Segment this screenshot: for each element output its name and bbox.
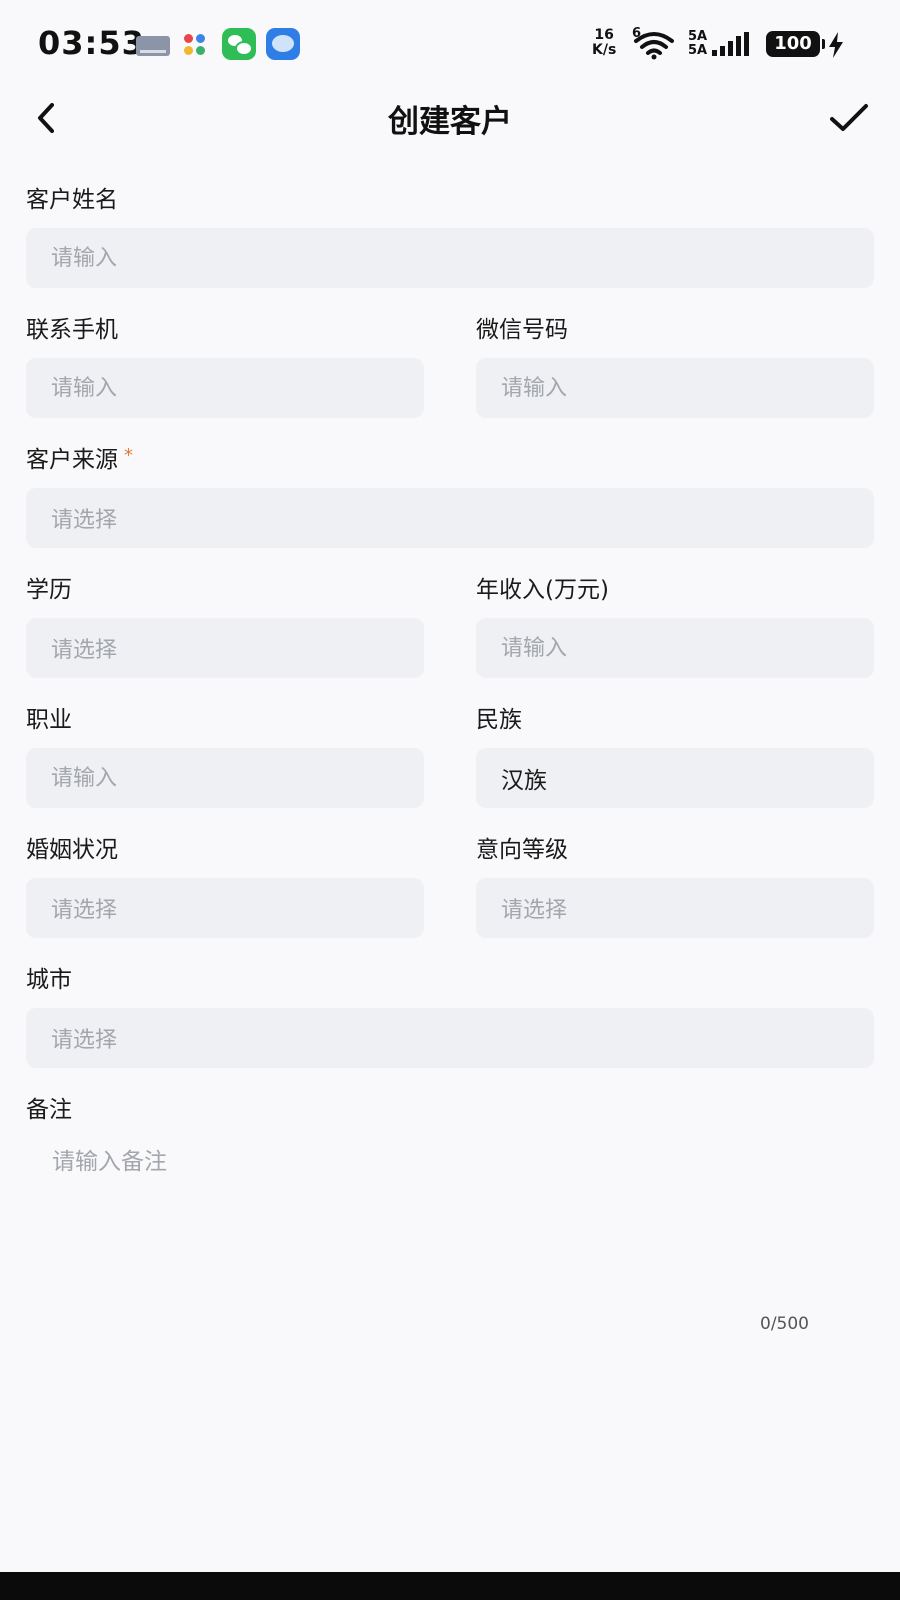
message-app-icon <box>266 28 300 60</box>
education-placeholder: 请选择 <box>51 638 118 663</box>
signal-label-2: 5A <box>688 43 708 58</box>
signal-labels: 5A 5A <box>688 30 707 58</box>
education-label: 学历 <box>26 577 72 603</box>
header-bar: 创建客户 <box>0 90 900 146</box>
intent-level-select[interactable]: 请选择 <box>476 878 874 938</box>
status-bar: 03:53 16 K/s 6 5A 5A 100 <box>0 0 900 90</box>
phone-input[interactable] <box>51 375 424 401</box>
city-placeholder: 请选择 <box>51 1028 118 1053</box>
confirm-check-icon[interactable] <box>826 98 872 138</box>
charging-bolt-icon <box>829 32 843 58</box>
annual-income-field[interactable] <box>476 618 874 678</box>
signal-icon <box>712 32 752 56</box>
source-label: 客户来源 * <box>26 440 133 474</box>
annual-income-input[interactable] <box>501 635 874 661</box>
wechat-label: 微信号码 <box>476 317 568 343</box>
source-placeholder: 请选择 <box>51 508 118 533</box>
phone-label: 联系手机 <box>26 317 118 343</box>
pinwheel-app-icon <box>184 34 208 58</box>
annual-income-label: 年收入(万元) <box>476 577 609 603</box>
occupation-label: 职业 <box>26 707 72 733</box>
city-label: 城市 <box>26 967 72 993</box>
marital-status-placeholder: 请选择 <box>51 898 118 923</box>
education-select[interactable]: 请选择 <box>26 618 424 678</box>
intent-level-placeholder: 请选择 <box>501 898 568 923</box>
source-select[interactable]: 请选择 <box>26 488 874 548</box>
network-speed: 16 K/s <box>592 28 616 58</box>
phone-field[interactable] <box>26 358 424 418</box>
city-select[interactable]: 请选择 <box>26 1008 874 1068</box>
customer-name-field[interactable] <box>26 228 874 288</box>
required-mark: * <box>124 445 133 466</box>
battery-indicator: 100 <box>766 31 825 57</box>
occupation-input[interactable] <box>51 765 424 791</box>
ethnicity-label: 民族 <box>476 707 522 733</box>
signal-label-1: 5A <box>688 29 708 44</box>
network-speed-value: 16 <box>594 27 614 43</box>
occupation-field[interactable] <box>26 748 424 808</box>
remarks-textarea[interactable] <box>26 1118 874 1358</box>
notification-icon <box>136 36 170 56</box>
customer-name-input[interactable] <box>51 245 874 271</box>
system-bottom-bar <box>0 1572 900 1600</box>
status-time: 03:53 <box>38 24 145 62</box>
page-title: 创建客户 <box>388 104 512 140</box>
ethnicity-select[interactable]: 汉族 <box>476 748 874 808</box>
marital-status-select[interactable]: 请选择 <box>26 878 424 938</box>
intent-level-label: 意向等级 <box>476 837 568 863</box>
network-speed-unit: K/s <box>592 42 617 58</box>
wechat-input[interactable] <box>501 375 874 401</box>
marital-status-label: 婚姻状况 <box>26 837 118 863</box>
remarks-char-count: 0/500 <box>760 1314 809 1334</box>
wechat-app-icon <box>222 28 256 60</box>
wifi-icon <box>634 32 674 60</box>
wechat-field[interactable] <box>476 358 874 418</box>
customer-name-label: 客户姓名 <box>26 187 118 213</box>
source-label-text: 客户来源 <box>26 447 118 473</box>
ethnicity-value: 汉族 <box>501 768 547 794</box>
